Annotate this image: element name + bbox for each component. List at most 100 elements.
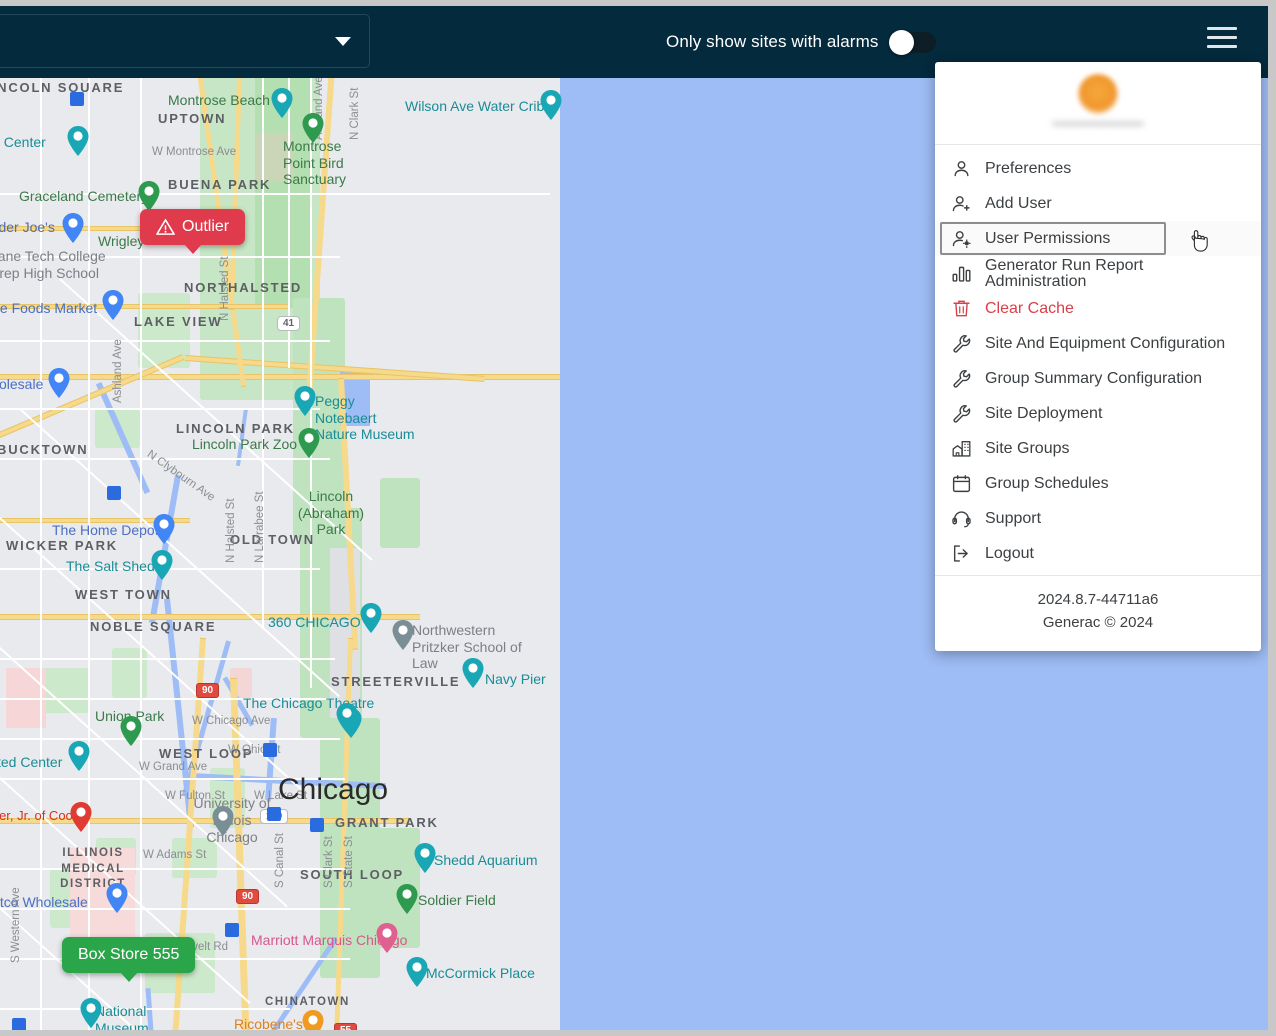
map-pin-teal[interactable]	[80, 998, 102, 1028]
menu-item-label: Add User	[985, 196, 1052, 212]
trash-icon	[949, 297, 973, 321]
map-pin-teal[interactable]	[414, 843, 436, 873]
map-route-shield: 41	[277, 316, 300, 331]
menu-item-label: Preferences	[985, 161, 1071, 177]
menu-item-label: Group Summary Configuration	[985, 371, 1202, 387]
wrench-icon	[949, 367, 973, 391]
transit-station-icon	[107, 486, 121, 500]
map-pin-teal[interactable]	[68, 741, 90, 771]
map-pin-green[interactable]	[298, 428, 320, 458]
map-pin-orange[interactable]	[302, 1010, 324, 1030]
map-pin-teal[interactable]	[406, 957, 428, 987]
hamburger-bar	[1207, 45, 1237, 48]
menu-item-generator-run-report-administration[interactable]: Generator Run Report Administration	[935, 256, 1261, 291]
map-pin-teal[interactable]	[271, 88, 293, 118]
site-marker-box-store[interactable]: Box Store 555	[62, 937, 195, 973]
menu-item-site-deployment[interactable]: Site Deployment	[935, 396, 1261, 431]
site-marker-label: Outlier	[182, 218, 229, 236]
menu-item-add-user[interactable]: Add User	[935, 186, 1261, 221]
account-menu-items: Preferences Add User User Permissions	[935, 145, 1261, 575]
map-street	[88, 78, 90, 1030]
account-menu-footer: 2024.8.7-44711a6 Generac © 2024	[935, 575, 1261, 651]
menu-item-label: Site Deployment	[985, 406, 1102, 422]
site-marker-outlier[interactable]: Outlier	[140, 209, 245, 245]
menu-item-label: Group Schedules	[985, 476, 1109, 492]
menu-item-logout[interactable]: Logout	[935, 536, 1261, 571]
menu-item-site-groups[interactable]: Site Groups	[935, 431, 1261, 466]
transit-station-icon	[310, 818, 324, 832]
map-pin-teal[interactable]	[294, 386, 316, 416]
map-road	[0, 614, 420, 620]
menu-item-user-permissions[interactable]: User Permissions	[935, 221, 1261, 256]
map-park	[112, 648, 147, 698]
user-icon	[949, 157, 973, 181]
map-pin-teal[interactable]	[67, 126, 89, 156]
site-marker-label: Box Store 555	[78, 946, 179, 964]
map-pin-green[interactable]	[138, 181, 160, 211]
map-street	[310, 78, 312, 688]
map-pin-teal[interactable]	[336, 703, 358, 733]
map-pin-blue[interactable]	[106, 883, 128, 913]
map-pin-gray[interactable]	[392, 620, 414, 650]
menu-item-preferences[interactable]: Preferences	[935, 151, 1261, 186]
menu-item-support[interactable]: Support	[935, 501, 1261, 536]
menu-item-site-and-equipment-configuration[interactable]: Site And Equipment Configuration	[935, 326, 1261, 361]
map-street	[0, 868, 345, 870]
menu-item-group-schedules[interactable]: Group Schedules	[935, 466, 1261, 501]
menu-item-label: Logout	[985, 546, 1034, 562]
user-plus-icon	[949, 192, 973, 216]
map-pin-blue[interactable]	[102, 290, 124, 320]
map-pin-blue[interactable]	[62, 213, 84, 243]
map-pin-blue[interactable]	[48, 368, 70, 398]
map-park	[172, 838, 217, 878]
map-pin-green[interactable]	[302, 113, 324, 143]
user-avatar	[1078, 74, 1118, 114]
map-street	[0, 658, 335, 660]
alarm-filter-toggle[interactable]	[890, 32, 936, 53]
map-pin-green[interactable]	[120, 716, 142, 746]
wrench-icon	[949, 332, 973, 356]
site-select-dropdown[interactable]	[0, 14, 370, 68]
menu-item-group-summary-configuration[interactable]: Group Summary Configuration	[935, 361, 1261, 396]
map-street	[262, 78, 264, 628]
menu-item-clear-cache[interactable]: Clear Cache	[935, 291, 1261, 326]
map-pin-gray[interactable]	[212, 806, 234, 836]
map-pin-pink[interactable]	[376, 923, 398, 953]
hamburger-icon[interactable]	[1207, 27, 1239, 53]
map-route-shield: 55	[334, 1023, 357, 1030]
menu-item-label: Site Groups	[985, 441, 1069, 457]
hamburger-bar	[1207, 27, 1237, 30]
map-park	[380, 478, 420, 548]
map-park	[293, 298, 345, 538]
app-window: LINCOLN SQUARE UPTOWN BUENA PARK NORTHAL…	[0, 0, 1276, 1036]
account-menu[interactable]: •••••••••••••••••••• Preferences Add Use…	[935, 62, 1261, 651]
map-route-shield: 90	[236, 889, 259, 904]
buildings-icon	[949, 437, 973, 461]
map-pin-green[interactable]	[396, 884, 418, 914]
alarm-filter-group: Only show sites with alarms	[666, 26, 936, 58]
map-street	[0, 908, 350, 910]
alarm-filter-label: Only show sites with alarms	[666, 32, 878, 52]
map-street	[0, 738, 340, 740]
map-road	[0, 304, 290, 309]
transit-station-icon	[267, 807, 281, 821]
map-street	[0, 340, 330, 342]
map-pin-teal[interactable]	[540, 90, 562, 120]
transit-station-icon	[263, 743, 277, 757]
account-email: ••••••••••••••••••••	[935, 116, 1261, 131]
chevron-down-icon	[335, 37, 351, 46]
map-street	[0, 458, 330, 460]
map-pin-teal[interactable]	[462, 658, 484, 688]
map-pin-teal[interactable]	[360, 603, 382, 633]
map-street	[0, 408, 320, 410]
menu-item-label: Support	[985, 511, 1041, 527]
map-street	[0, 698, 335, 700]
map-pin-blue[interactable]	[153, 514, 175, 544]
warning-triangle-icon	[156, 218, 175, 236]
focus-outline	[940, 222, 1166, 255]
map-street	[0, 778, 345, 780]
map-pin-teal[interactable]	[151, 550, 173, 580]
map-pin-hospital[interactable]	[70, 802, 92, 832]
map-road	[0, 818, 410, 824]
map-street	[0, 193, 550, 195]
